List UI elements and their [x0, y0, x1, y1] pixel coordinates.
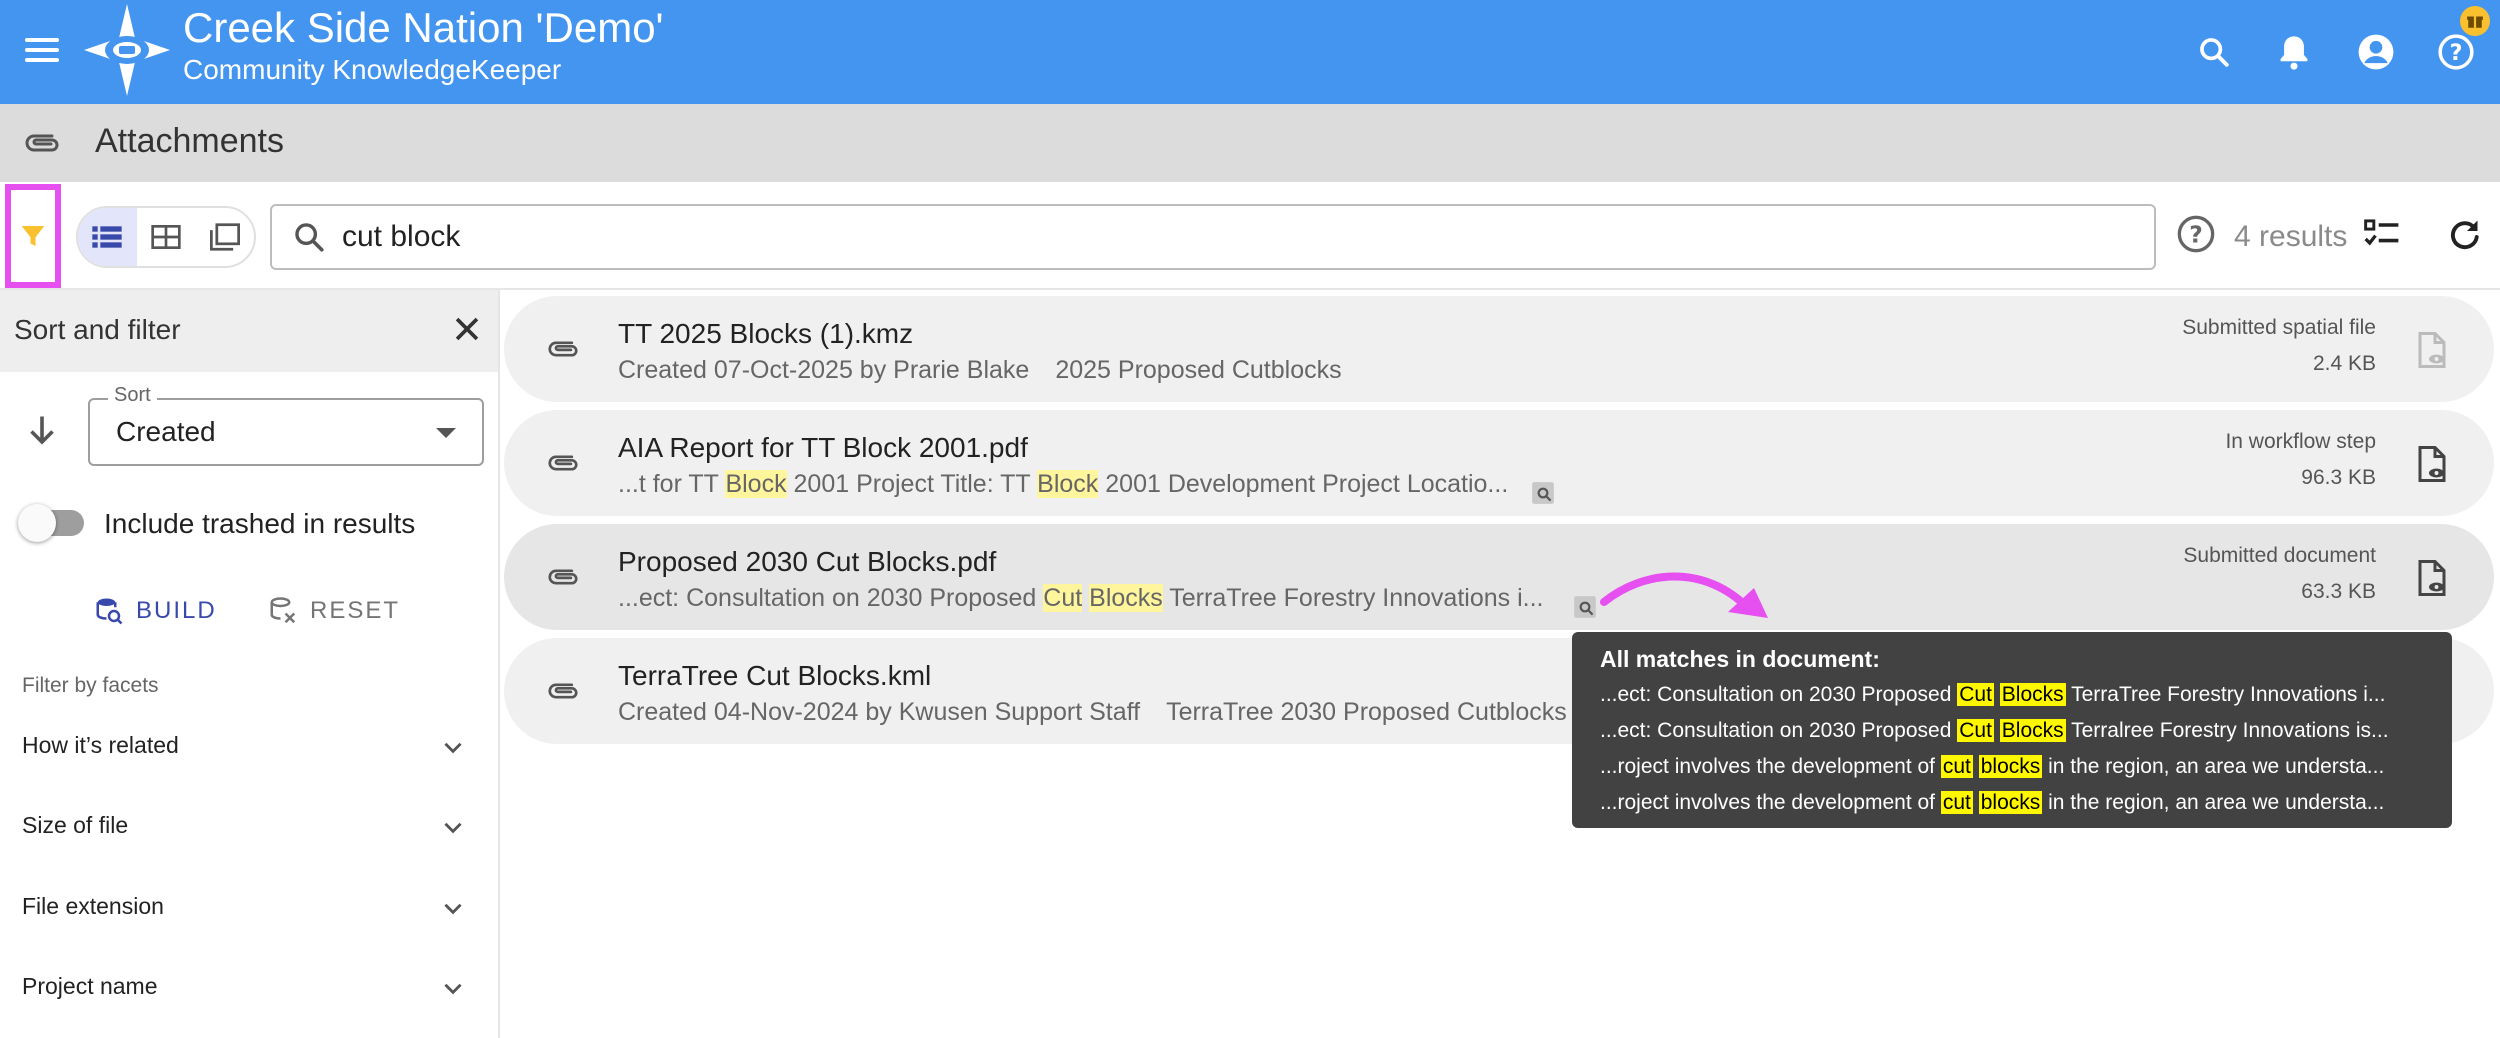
- search-matches-icon[interactable]: [1530, 480, 1556, 506]
- file-size: 63.3 KB: [2301, 580, 2376, 603]
- facet-size-of-file[interactable]: Size of file: [0, 796, 498, 856]
- gallery-view-icon: [209, 223, 240, 251]
- preview-document-icon[interactable]: [2414, 558, 2450, 598]
- sort-select[interactable]: Sort Created: [88, 384, 484, 466]
- status-text: Submitted document: [2183, 544, 2376, 567]
- search-input[interactable]: cut block: [270, 204, 2156, 270]
- annotation-arrow-icon: [1600, 572, 1768, 618]
- file-name[interactable]: TerraTree Cut Blocks.kml: [618, 660, 931, 692]
- match-line: ...roject involves the development of cu…: [1600, 755, 2385, 778]
- file-meta: Created 04-Nov-2024 by Kwusen Support St…: [618, 698, 1567, 726]
- paperclip-icon: [25, 134, 59, 152]
- reset-button[interactable]: RESET: [268, 596, 400, 626]
- facet-label: Size of file: [22, 812, 129, 838]
- table-view-button[interactable]: [137, 208, 196, 266]
- result-row[interactable]: TT 2025 Blocks (1).kmz Created 07-Oct-20…: [504, 296, 2494, 402]
- status-text: Submitted spatial file: [2182, 316, 2376, 339]
- search-icon: [295, 223, 324, 252]
- facet-label: File extension: [22, 893, 164, 919]
- paperclip-icon: [548, 569, 578, 585]
- app-subtitle: Community KnowledgeKeeper: [183, 54, 562, 85]
- result-count: 4 results: [2234, 220, 2348, 253]
- file-name[interactable]: AIA Report for TT Block 2001.pdf: [618, 432, 1028, 464]
- search-help-icon[interactable]: ?: [2176, 214, 2216, 259]
- search-value[interactable]: cut block: [342, 220, 460, 254]
- app-bar: Creek Side Nation 'Demo' Community Knowl…: [0, 0, 2500, 104]
- facet-label: Project name: [22, 973, 158, 999]
- filter-toggle-button[interactable]: [5, 184, 61, 288]
- chevron-down-icon: [444, 983, 462, 995]
- file-name[interactable]: TT 2025 Blocks (1).kmz: [618, 318, 913, 350]
- refresh-icon[interactable]: [2446, 216, 2482, 257]
- build-query-icon: [96, 598, 123, 625]
- sort-filter-panel: Sort and filter Sort Created Include tra…: [0, 290, 500, 1038]
- reset-label: RESET: [310, 597, 401, 624]
- facet-project-name[interactable]: Project name: [0, 957, 498, 1017]
- match-snippet: ...t for TT Block 2001 Project Title: TT…: [618, 470, 1509, 498]
- app-title: Creek Side Nation 'Demo': [183, 4, 664, 51]
- sort-value: Created: [116, 416, 216, 447]
- page-title: Attachments: [95, 122, 284, 160]
- build-label: BUILD: [136, 597, 217, 624]
- svg-text:?: ?: [2450, 40, 2463, 66]
- file-name[interactable]: Proposed 2030 Cut Blocks.pdf: [618, 546, 996, 578]
- account-icon[interactable]: [2350, 26, 2402, 78]
- panel-title: Sort and filter: [14, 314, 181, 345]
- multi-select-icon[interactable]: [2362, 216, 2402, 257]
- gallery-view-button[interactable]: [195, 208, 254, 266]
- view-mode-toggle: [76, 206, 256, 268]
- match-line: ...ect: Consultation on 2030 Proposed Cu…: [1600, 683, 2386, 706]
- filter-icon: [21, 226, 45, 246]
- list-view-icon: [92, 226, 122, 248]
- facet-file-extension[interactable]: File extension: [0, 877, 498, 937]
- close-icon[interactable]: [450, 312, 484, 346]
- file-meta: Created 07-Oct-2025 by Prarie Blake 2025 …: [618, 356, 1342, 384]
- paperclip-icon: [548, 455, 578, 471]
- preview-document-icon[interactable]: [2414, 330, 2450, 370]
- paperclip-icon: [548, 683, 578, 699]
- matches-tooltip: All matches in document: ...ect: Consult…: [1572, 632, 2452, 828]
- build-button[interactable]: BUILD: [94, 596, 217, 626]
- logo-icon: [84, 4, 170, 96]
- reset-query-icon: [270, 597, 296, 624]
- svg-text:?: ?: [2189, 220, 2203, 248]
- bell-icon[interactable]: [2268, 26, 2320, 78]
- toolbar: cut block ? 4 results: [0, 182, 2500, 290]
- file-size: 96.3 KB: [2301, 466, 2376, 489]
- result-row[interactable]: AIA Report for TT Block 2001.pdf ...t fo…: [504, 410, 2494, 516]
- gift-icon[interactable]: [2460, 6, 2490, 36]
- sort-label: Sort: [108, 384, 157, 407]
- preview-document-icon[interactable]: [2414, 444, 2450, 484]
- match-snippet: ...ect: Consultation on 2030 Proposed Cu…: [618, 584, 1544, 612]
- list-view-button[interactable]: [78, 208, 137, 266]
- chevron-down-icon: [436, 428, 456, 438]
- include-trashed-toggle[interactable]: [18, 504, 84, 542]
- include-trashed-label: Include trashed in results: [104, 508, 416, 539]
- chevron-down-icon: [444, 742, 462, 754]
- sort-direction-icon[interactable]: [24, 412, 60, 448]
- match-line: ...roject involves the development of cu…: [1600, 791, 2385, 814]
- result-row[interactable]: Proposed 2030 Cut Blocks.pdf ...ect: Con…: [504, 524, 2494, 630]
- chevron-down-icon: [444, 822, 462, 834]
- search-matches-icon[interactable]: [1572, 594, 1598, 620]
- page-header: Attachments: [0, 104, 2500, 182]
- file-size: 2.4 KB: [2312, 352, 2376, 375]
- menu-icon[interactable]: [22, 32, 62, 72]
- facet-label: How it’s related: [22, 732, 179, 758]
- paperclip-icon: [548, 341, 578, 357]
- table-view-icon: [151, 225, 181, 249]
- facet-how-related[interactable]: How it’s related: [0, 716, 498, 776]
- chevron-down-icon: [444, 903, 462, 915]
- match-line: ...ect: Consultation on 2030 Proposed Cu…: [1600, 719, 2389, 742]
- search-icon[interactable]: [2188, 26, 2240, 78]
- status-text: In workflow step: [2225, 430, 2376, 453]
- tooltip-title: All matches in document:: [1600, 646, 1880, 672]
- sort-filter-header: Sort and filter: [0, 290, 498, 372]
- facets-title: Filter by facets: [22, 674, 159, 697]
